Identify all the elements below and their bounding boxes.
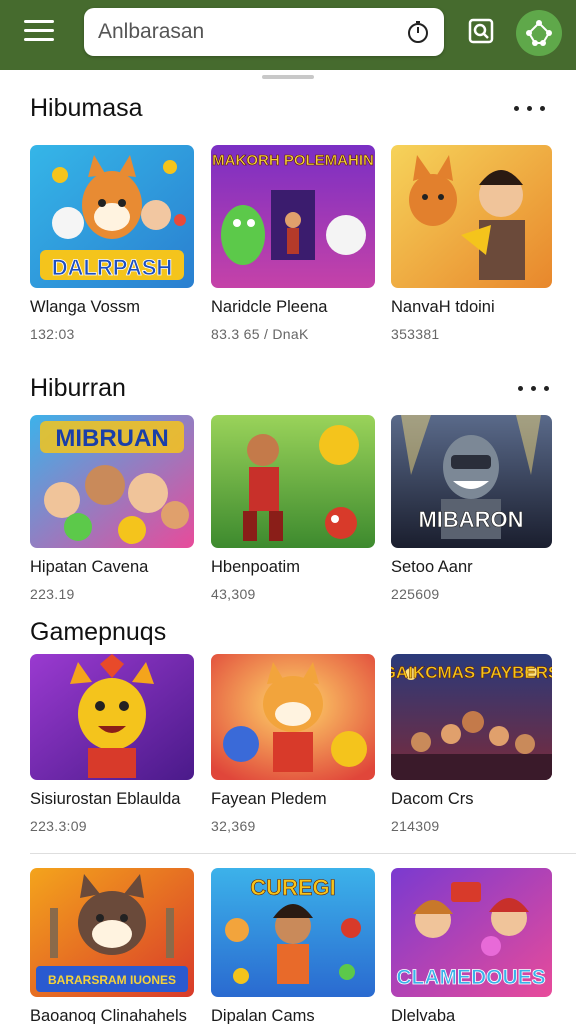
app-title: Setoo Aanr xyxy=(391,558,473,576)
app-subtitle: 132:03 xyxy=(30,326,75,342)
app-subtitle: 225609 xyxy=(391,586,440,602)
app-thumbnail xyxy=(211,654,375,780)
app-thumbnail: DALRPASH xyxy=(30,145,194,288)
app-thumbnail: BARARSRAM IUONES xyxy=(30,868,194,997)
thumbnail-banner: MIBRUAN xyxy=(55,425,168,452)
app-title: Fayean Pledem xyxy=(211,790,327,808)
app-subtitle: 214309 xyxy=(391,818,440,834)
search-bar[interactable] xyxy=(84,8,444,56)
app-card[interactable]: MIBARON Setoo Aanr 225609 xyxy=(391,415,557,602)
app-card[interactable]: MAKORH POLEMAHIN Naridcle Pleena 83.3 65… xyxy=(211,145,377,342)
app-title: Dacom Crs xyxy=(391,790,474,808)
thumbnail-banner: DALRPASH xyxy=(52,255,173,280)
drag-handle[interactable] xyxy=(262,75,314,79)
app-thumbnail: MAKORH POLEMAHIN xyxy=(211,145,375,288)
section-title: Hiburran xyxy=(30,374,126,402)
app-thumbnail: GAIKCMAS PAYBERS xyxy=(391,654,552,780)
app-card[interactable]: BARARSRAM IUONES Baoanoq Clinahahels xyxy=(30,868,196,1024)
app-card[interactable]: Fayean Pledem 32,369 xyxy=(211,654,377,834)
app-subtitle: 223.19 xyxy=(30,586,75,602)
thumbnail-banner: CLAMEDOUES xyxy=(396,966,545,989)
app-subtitle: 223.3:09 xyxy=(30,818,87,834)
app-thumbnail: MIBARON xyxy=(391,415,552,548)
hamburger-icon[interactable] xyxy=(24,20,54,46)
app-card[interactable]: GAIKCMAS PAYBERS Dacom Crs 214309 xyxy=(391,654,557,834)
app-title: Hbenpoatim xyxy=(211,558,300,576)
app-subtitle: 353381 xyxy=(391,326,440,342)
thumbnail-banner: CUREGI xyxy=(250,875,336,900)
app-card[interactable]: NanvaH tdoini 353381 xyxy=(391,145,557,342)
app-title: Sisiurostan Eblaulda xyxy=(30,790,181,808)
app-title: Dlelvaba xyxy=(391,1007,456,1024)
section-title: Hibumasa xyxy=(30,94,143,122)
app-subtitle: 43,309 xyxy=(211,586,256,602)
app-thumbnail xyxy=(211,415,375,548)
share-nodes-icon[interactable] xyxy=(516,10,562,56)
app-title: Hipatan Cavena xyxy=(30,558,149,576)
app-title: Dipalan Cams xyxy=(211,1007,315,1024)
app-subtitle: 83.3 65 / DnaK xyxy=(211,326,309,342)
app-card[interactable]: Sisiurostan Eblaulda 223.3:09 xyxy=(30,654,196,834)
search-input[interactable] xyxy=(98,18,388,46)
more-options-icon[interactable] xyxy=(516,382,556,396)
app-card[interactable]: CLAMEDOUES Dlelvaba xyxy=(391,868,557,1024)
app-card[interactable]: CUREGI Dipalan Cams xyxy=(211,868,377,1024)
top-app-bar xyxy=(0,0,576,70)
app-subtitle: 32,369 xyxy=(211,818,256,834)
app-title: Wlanga Vossm xyxy=(30,298,141,316)
app-thumbnail: CLAMEDOUES xyxy=(391,868,552,997)
app-thumbnail: MIBRUAN xyxy=(30,415,194,548)
app-title: Baoanoq Clinahahels xyxy=(30,1007,187,1024)
app-title: NanvaH tdoini xyxy=(391,298,495,316)
thumbnail-banner: MIBARON xyxy=(418,507,523,532)
app-thumbnail xyxy=(391,145,552,288)
section-divider xyxy=(30,853,576,854)
app-thumbnail xyxy=(30,654,194,780)
thumbnail-banner: MAKORH POLEMAHIN xyxy=(212,152,374,169)
thumbnail-banner: BARARSRAM IUONES xyxy=(48,973,176,987)
more-options-icon[interactable] xyxy=(512,102,552,116)
scan-search-icon[interactable] xyxy=(466,16,496,46)
app-card[interactable]: DALRPASH Wlanga Vossm 132:03 xyxy=(30,145,196,342)
app-card[interactable]: MIBRUAN Hipatan Cavena 223.19 xyxy=(30,415,196,602)
section-title: Gamepnuqs xyxy=(30,618,167,646)
thumbnail-banner: GAIKCMAS PAYBERS xyxy=(391,663,552,682)
app-card[interactable]: Hbenpoatim 43,309 xyxy=(211,415,377,602)
stopwatch-icon[interactable] xyxy=(406,20,430,44)
app-title: Naridcle Pleena xyxy=(211,298,328,316)
app-thumbnail: CUREGI xyxy=(211,868,375,997)
